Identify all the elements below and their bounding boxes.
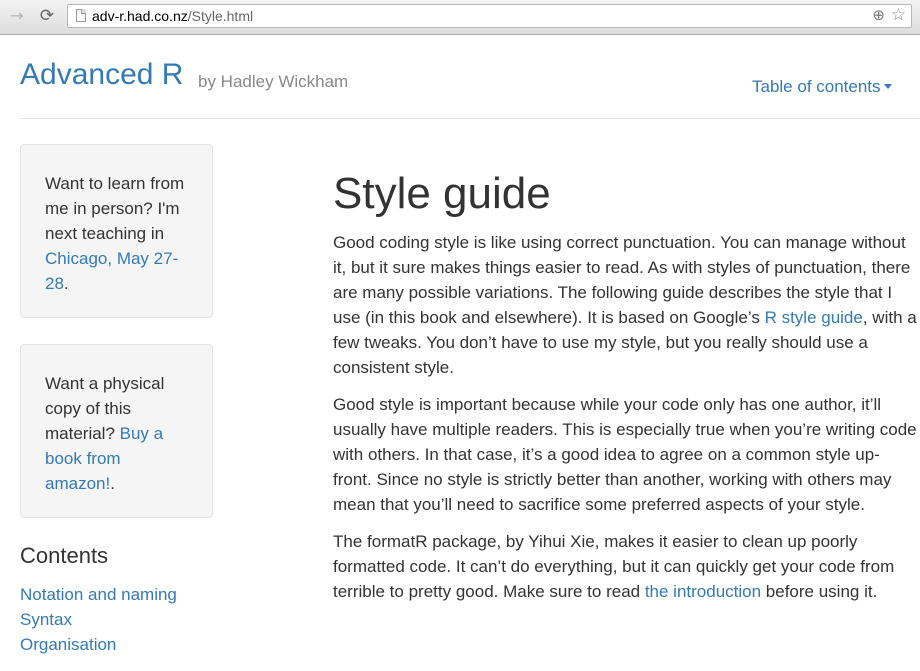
page-title: Style guide	[333, 169, 551, 218]
zoom-icon[interactable]: ⊕	[872, 6, 885, 24]
url-text[interactable]: adv-r.had.co.nz/Style.html	[92, 8, 253, 24]
contents-link-organisation[interactable]: Organisation	[20, 635, 116, 654]
introduction-link[interactable]: the introduction	[645, 582, 761, 601]
toc-label: Table of contents	[752, 77, 881, 96]
contents-link-notation[interactable]: Notation and naming	[20, 585, 177, 604]
site-title[interactable]: Advanced R	[20, 58, 183, 92]
physical-copy-after: .	[110, 474, 115, 493]
reload-icon[interactable]: ⟳	[36, 5, 58, 27]
header-divider	[20, 118, 920, 119]
r-style-guide-link[interactable]: R style guide	[765, 308, 863, 327]
contents-heading: Contents	[20, 543, 109, 568]
back-arrow-icon[interactable]: →	[6, 5, 28, 27]
table-of-contents-dropdown[interactable]: Table of contents	[752, 77, 892, 97]
training-after: .	[63, 274, 69, 293]
contents-nav: Notation and naming Syntax Organisation	[20, 582, 177, 657]
caret-down-icon	[883, 84, 892, 89]
in-person-training-box: Want to learn from me in person? I'm nex…	[20, 144, 213, 318]
url-host: adv-r.had.co.nz	[92, 8, 188, 24]
address-bar[interactable]: adv-r.had.co.nz/Style.html ⊕ ☆	[67, 4, 912, 28]
page-icon	[76, 9, 86, 22]
paragraph-intro: Good coding style is like using correct …	[333, 230, 918, 380]
p3-after: before using it.	[761, 582, 878, 601]
bookmark-star-icon[interactable]: ☆	[891, 5, 906, 25]
contents-link-syntax[interactable]: Syntax	[20, 610, 72, 629]
browser-toolbar: → ⟳ adv-r.had.co.nz/Style.html ⊕ ☆	[0, 0, 920, 35]
physical-copy-box: Want a physical copy of this material? B…	[20, 344, 213, 518]
main-content: Style guide Good coding style is like us…	[333, 166, 918, 616]
training-text: Want to learn from me in person? I'm nex…	[45, 174, 185, 243]
url-path: /Style.html	[187, 8, 254, 24]
paragraph-importance: Good style is important because while yo…	[333, 395, 917, 514]
author-byline: by Hadley Wickham	[198, 72, 349, 91]
paragraph-formatr: The formatR package, by Yihui Xie, makes…	[333, 529, 918, 604]
